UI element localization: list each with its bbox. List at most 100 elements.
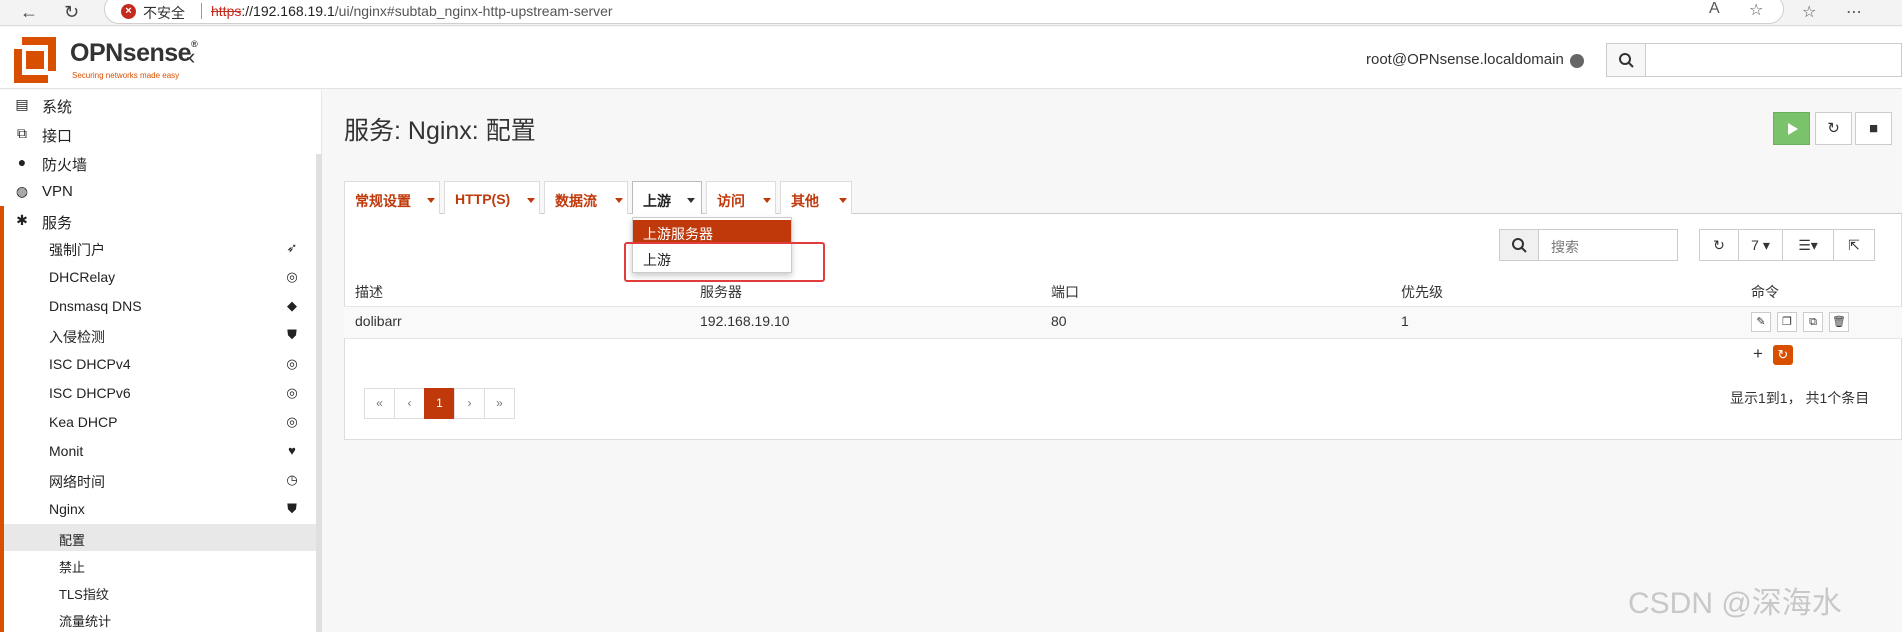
favorites-icon[interactable]: ☆ (1802, 2, 1816, 22)
export-button[interactable]: ⇱ (1833, 229, 1875, 261)
divider (201, 3, 202, 19)
cell-port: 80 (1051, 313, 1067, 329)
edit-button[interactable]: ✎ (1751, 312, 1771, 332)
copy-button[interactable]: ❐ (1777, 312, 1797, 332)
list-icon: ☰▾ (1798, 237, 1818, 253)
cell-server: 192.168.19.10 (700, 313, 790, 329)
column-header-port[interactable]: 端口 (1051, 282, 1079, 302)
sidebar-item-nginx[interactable]: Nginx ⛊ (0, 495, 316, 524)
global-search-input[interactable] (1645, 43, 1902, 77)
server-icon: ▤ (15, 96, 29, 112)
sidebar-item-isc-dhcpv4[interactable]: ISC DHCPv4 ◎ (0, 350, 316, 379)
sidebar-item-nginx-config[interactable]: 配置 (0, 524, 316, 551)
clock-icon: ◷ (286, 472, 298, 487)
table-search-input[interactable]: 搜索 (1538, 229, 1678, 261)
tab-upstream[interactable]: 上游 (632, 181, 702, 215)
fire-icon: ● (17, 154, 27, 170)
cog-icon: ✱ (16, 212, 28, 228)
user-label[interactable]: root@OPNsense.localdomain (1366, 51, 1564, 68)
favorite-star-icon[interactable]: ☆ (1749, 0, 1763, 20)
restart-icon: ↻ (1827, 120, 1840, 137)
logo-text: OPNsense® (70, 39, 198, 67)
clone-button[interactable]: ⧉ (1803, 312, 1823, 332)
global-search-button[interactable] (1606, 43, 1646, 77)
tags-icon: ◆ (287, 298, 297, 313)
menu-item-upstream-server[interactable]: 上游服务器 (633, 220, 791, 244)
more-icon[interactable]: ⋯ (1846, 2, 1862, 22)
apply-reload-button[interactable]: ↻ (1773, 345, 1793, 365)
delete-button[interactable]: 🗑 (1829, 312, 1849, 332)
sidebar-item-nginx-stats[interactable]: 流量统计 (0, 605, 316, 632)
bullseye-icon: ◎ (286, 356, 298, 371)
table-refresh-button[interactable]: ↻ (1699, 229, 1739, 261)
url-text[interactable]: https://192.168.19.1/ui/nginx#subtab_ngi… (211, 3, 613, 19)
column-header-description[interactable]: 描述 (355, 282, 383, 302)
sidebar-item-nginx-ban[interactable]: 禁止 (0, 551, 316, 578)
sidebar-item-dnsmasq[interactable]: Dnsmasq DNS ◆ (0, 292, 316, 321)
status-icon[interactable] (1570, 54, 1584, 68)
page-title: 服务: Nginx: 配置 (344, 117, 536, 145)
sidebar-item-firewall[interactable]: ● 防火墙 (0, 148, 322, 177)
refresh-icon: ↻ (1713, 237, 1725, 253)
add-button[interactable]: + (1748, 345, 1768, 365)
sidebar-item-isc-dhcpv6[interactable]: ISC DHCPv6 ◎ (0, 379, 316, 408)
page-size-select[interactable]: 7 ▾ (1738, 229, 1783, 261)
plus-icon: + (1753, 344, 1763, 363)
sidebar-item-kea-dhcp[interactable]: Kea DHCP ◎ (0, 408, 316, 437)
page-last[interactable]: » (484, 388, 515, 419)
export-icon: ⇱ (1848, 237, 1860, 253)
sidebar-item-interfaces[interactable]: ⧉ 接口 (0, 119, 322, 148)
sidebar-item-services[interactable]: ✱ 服务 (0, 206, 322, 235)
restart-service-button[interactable]: ↻ (1815, 112, 1852, 145)
page-first[interactable]: « (364, 388, 395, 419)
table-row[interactable] (344, 306, 1902, 339)
read-aloud-icon[interactable]: A (1709, 0, 1720, 18)
sidebar-item-ntp[interactable]: 网络时间 ◷ (0, 466, 316, 495)
caret-down-icon (839, 198, 847, 203)
browser-toolbar: ← ↻ × 不安全 https://192.168.19.1/ui/nginx#… (0, 0, 1902, 26)
shield-icon: ⛊ (287, 501, 297, 516)
sidebar-scrollbar[interactable] (316, 154, 322, 632)
stop-service-button[interactable]: ■ (1855, 112, 1892, 145)
search-icon (1512, 238, 1527, 253)
tab-https[interactable]: HTTP(S) (444, 181, 540, 214)
sidebar-item-system[interactable]: ▤ 系统 (0, 90, 322, 119)
page-prev[interactable]: ‹ (394, 388, 425, 419)
sidebar-item-captive-portal[interactable]: 强制门户 ➶ (0, 234, 316, 263)
caret-down-icon (763, 198, 771, 203)
bullseye-icon: ◎ (286, 414, 298, 429)
page-next[interactable]: › (454, 388, 485, 419)
caret-down-icon (527, 198, 535, 203)
bullseye-icon: ◎ (286, 269, 298, 284)
refresh-icon[interactable]: ↻ (64, 1, 79, 23)
paper-plane-icon: ➶ (286, 240, 298, 255)
reload-icon: ↻ (1777, 347, 1789, 362)
cell-description: dolibarr (355, 313, 402, 329)
column-header-priority[interactable]: 优先级 (1401, 282, 1443, 302)
collapse-sidebar-icon[interactable]: ‹ (188, 44, 195, 70)
app-header: OPNsense® Securing networks made easy ‹ … (0, 27, 1902, 89)
table-search-button[interactable] (1499, 229, 1539, 261)
sidebar-item-nginx-tls[interactable]: TLS指纹 (0, 578, 316, 605)
tab-other[interactable]: 其他 (780, 181, 852, 214)
insecure-label: 不安全 (143, 5, 185, 21)
pagination-info: 显示1到1， 共1个条目 (1730, 390, 1870, 406)
column-header-server[interactable]: 服务器 (700, 282, 742, 302)
sidebar-item-dhcrelay[interactable]: DHCRelay ◎ (0, 263, 316, 292)
sidebar-item-ids[interactable]: 入侵检测 ⛊ (0, 321, 316, 350)
sidebar-item-vpn[interactable]: ◍ VPN (0, 177, 322, 206)
sidebar-item-monit[interactable]: Monit ♥ (0, 437, 316, 466)
back-icon[interactable]: ← (20, 1, 38, 23)
tab-stream[interactable]: 数据流 (544, 181, 628, 214)
tab-general[interactable]: 常规设置 (344, 181, 440, 214)
start-service-button[interactable] (1773, 112, 1810, 145)
insecure-icon: × (121, 4, 136, 19)
opnsense-logo-icon (14, 37, 56, 83)
caret-down-icon (427, 198, 435, 203)
address-bar[interactable]: × 不安全 https://192.168.19.1/ui/nginx#subt… (104, 0, 1784, 24)
clone-icon: ⧉ (1809, 316, 1817, 328)
page-1[interactable]: 1 (424, 388, 455, 419)
tab-access[interactable]: 访问 (706, 181, 776, 214)
logo-tagline: Securing networks made easy (72, 71, 180, 80)
columns-select[interactable]: ☰▾ (1782, 229, 1834, 261)
